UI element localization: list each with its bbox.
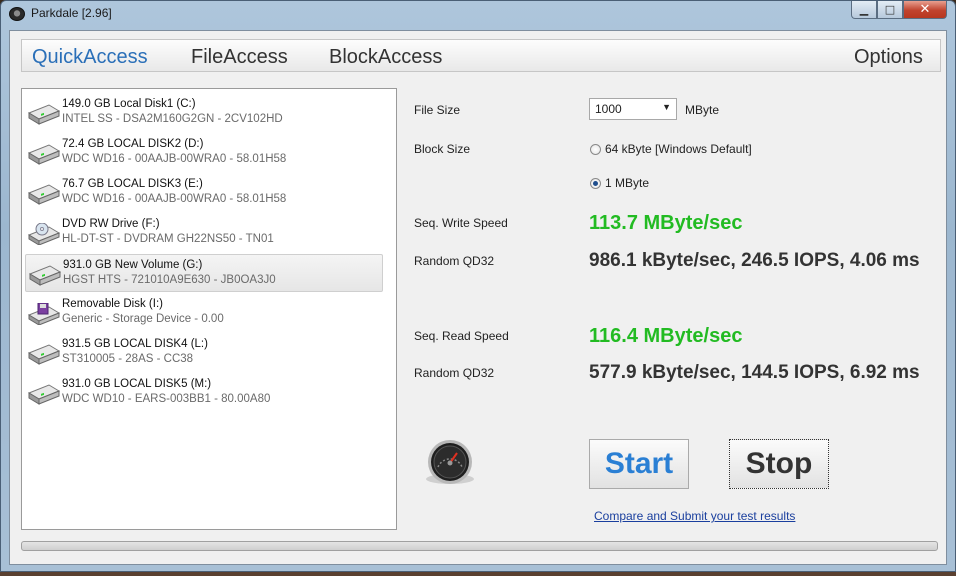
file-size-select[interactable]: 1000 ▼ — [589, 98, 677, 120]
drive-name: DVD RW Drive (F:) — [62, 218, 160, 230]
file-size-unit: MByte — [685, 103, 720, 117]
start-button[interactable]: Start — [589, 439, 689, 489]
window-title: Parkdale [2.96] — [31, 6, 112, 20]
drive-description: Generic - Storage Device - 0.00 — [62, 313, 224, 325]
hard-drive-icon — [27, 343, 61, 365]
title-bar[interactable]: Parkdale [2.96] ▁ □ ✕ — [1, 1, 955, 27]
tab-quick-access[interactable]: QuickAccess — [32, 46, 148, 69]
tab-file-access[interactable]: FileAccess — [191, 46, 288, 69]
hard-drive-icon — [27, 103, 61, 125]
block-size-label: Block Size — [414, 142, 471, 156]
seq-write-label: Seq. Write Speed — [414, 216, 508, 230]
drive-name: 931.0 GB New Volume (G:) — [63, 259, 203, 271]
compare-results-link[interactable]: Compare and Submit your test results — [594, 509, 795, 523]
random-read-value: 577.9 kByte/sec, 144.5 IOPS, 6.92 ms — [589, 362, 920, 383]
client-area: QuickAccess FileAccess BlockAccess Optio… — [9, 30, 947, 565]
seq-read-label: Seq. Read Speed — [414, 329, 509, 343]
speedometer-icon — [426, 440, 474, 484]
drive-list[interactable]: 149.0 GB Local Disk1 (C:) INTEL SS - DSA2… — [21, 88, 397, 530]
nav-bar: QuickAccess FileAccess BlockAccess Optio… — [21, 39, 941, 72]
random-write-value: 986.1 kByte/sec, 246.5 IOPS, 4.06 ms — [589, 250, 920, 271]
drive-description: ST310005 - 28AS - CC38 — [62, 353, 194, 365]
stop-button[interactable]: Stop — [729, 439, 829, 489]
chevron-down-icon: ▼ — [662, 102, 671, 112]
seq-read-value: 116.4 MByte/sec — [589, 325, 743, 347]
tab-block-access[interactable]: BlockAccess — [329, 46, 442, 69]
app-icon — [9, 7, 25, 21]
block-size-1m-label[interactable]: 1 MByte — [605, 176, 649, 190]
random-write-label: Random QD32 — [414, 254, 495, 268]
hard-drive-icon — [27, 143, 61, 165]
drive-item[interactable]: DVD RW Drive (F:) HL-DT-ST - DVDRAM GH22N… — [25, 214, 383, 252]
block-size-64k-radio[interactable] — [590, 144, 601, 155]
drive-name: 149.0 GB Local Disk1 (C:) — [62, 98, 196, 110]
maximize-button[interactable]: □ — [877, 1, 903, 19]
block-size-1m-radio[interactable] — [590, 178, 601, 189]
drive-item[interactable]: Removable Disk (I:) Generic - Storage Dev… — [25, 294, 383, 332]
random-read-label: Random QD32 — [414, 366, 495, 380]
dvd-drive-icon — [27, 222, 61, 246]
drive-description: WDC WD16 - 00AAJB-00WRA0 - 58.01H58 — [62, 193, 287, 205]
drive-description: WDC WD10 - EARS-003BB1 - 80.00A80 — [62, 393, 271, 405]
file-size-value: 1000 — [595, 102, 622, 116]
hard-drive-icon — [27, 383, 61, 405]
hard-drive-icon — [28, 264, 62, 286]
drive-name: 931.5 GB LOCAL DISK4 (L:) — [62, 338, 208, 350]
removable-disk-icon — [27, 302, 61, 326]
drive-name: 931.0 GB LOCAL DISK5 (M:) — [62, 378, 212, 390]
close-button[interactable]: ✕ — [903, 1, 947, 19]
drive-name: Removable Disk (I:) — [62, 298, 163, 310]
hard-drive-icon — [27, 183, 61, 205]
seq-write-value: 113.7 MByte/sec — [589, 212, 743, 234]
app-window: Parkdale [2.96] ▁ □ ✕ QuickAccess FileAc… — [0, 0, 956, 572]
drive-item[interactable]: 931.5 GB LOCAL DISK4 (L:) ST310005 - 28AS… — [25, 334, 383, 372]
minimize-button[interactable]: ▁ — [851, 1, 877, 19]
drive-description: WDC WD16 - 00AAJB-00WRA0 - 58.01H58 — [62, 153, 287, 165]
drive-item[interactable]: 931.0 GB LOCAL DISK5 (M:) WDC WD10 - EARS… — [25, 374, 383, 412]
drive-item[interactable]: 72.4 GB LOCAL DISK2 (D:) WDC WD16 - 00AAJ… — [25, 134, 383, 172]
drive-item[interactable]: 931.0 GB New Volume (G:) HGST HTS - 72101… — [25, 254, 383, 292]
drive-description: HGST HTS - 721010A9E630 - JB0OA3J0 — [63, 274, 276, 286]
file-size-label: File Size — [414, 103, 461, 117]
drive-description: HL-DT-ST - DVDRAM GH22NS50 - TN01 — [62, 233, 274, 245]
drive-name: 76.7 GB LOCAL DISK3 (E:) — [62, 178, 203, 190]
drive-item[interactable]: 76.7 GB LOCAL DISK3 (E:) WDC WD16 - 00AAJ… — [25, 174, 383, 212]
drive-item[interactable]: 149.0 GB Local Disk1 (C:) INTEL SS - DSA2… — [25, 94, 383, 132]
block-size-64k-label[interactable]: 64 kByte [Windows Default] — [605, 142, 752, 156]
drive-description: INTEL SS - DSA2M160G2GN - 2CV102HD — [62, 113, 283, 125]
caption-buttons: ▁ □ ✕ — [851, 1, 947, 19]
desktop-strip — [0, 572, 956, 576]
drive-name: 72.4 GB LOCAL DISK2 (D:) — [62, 138, 204, 150]
progress-bar — [21, 541, 938, 551]
options-menu[interactable]: Options — [854, 46, 923, 69]
